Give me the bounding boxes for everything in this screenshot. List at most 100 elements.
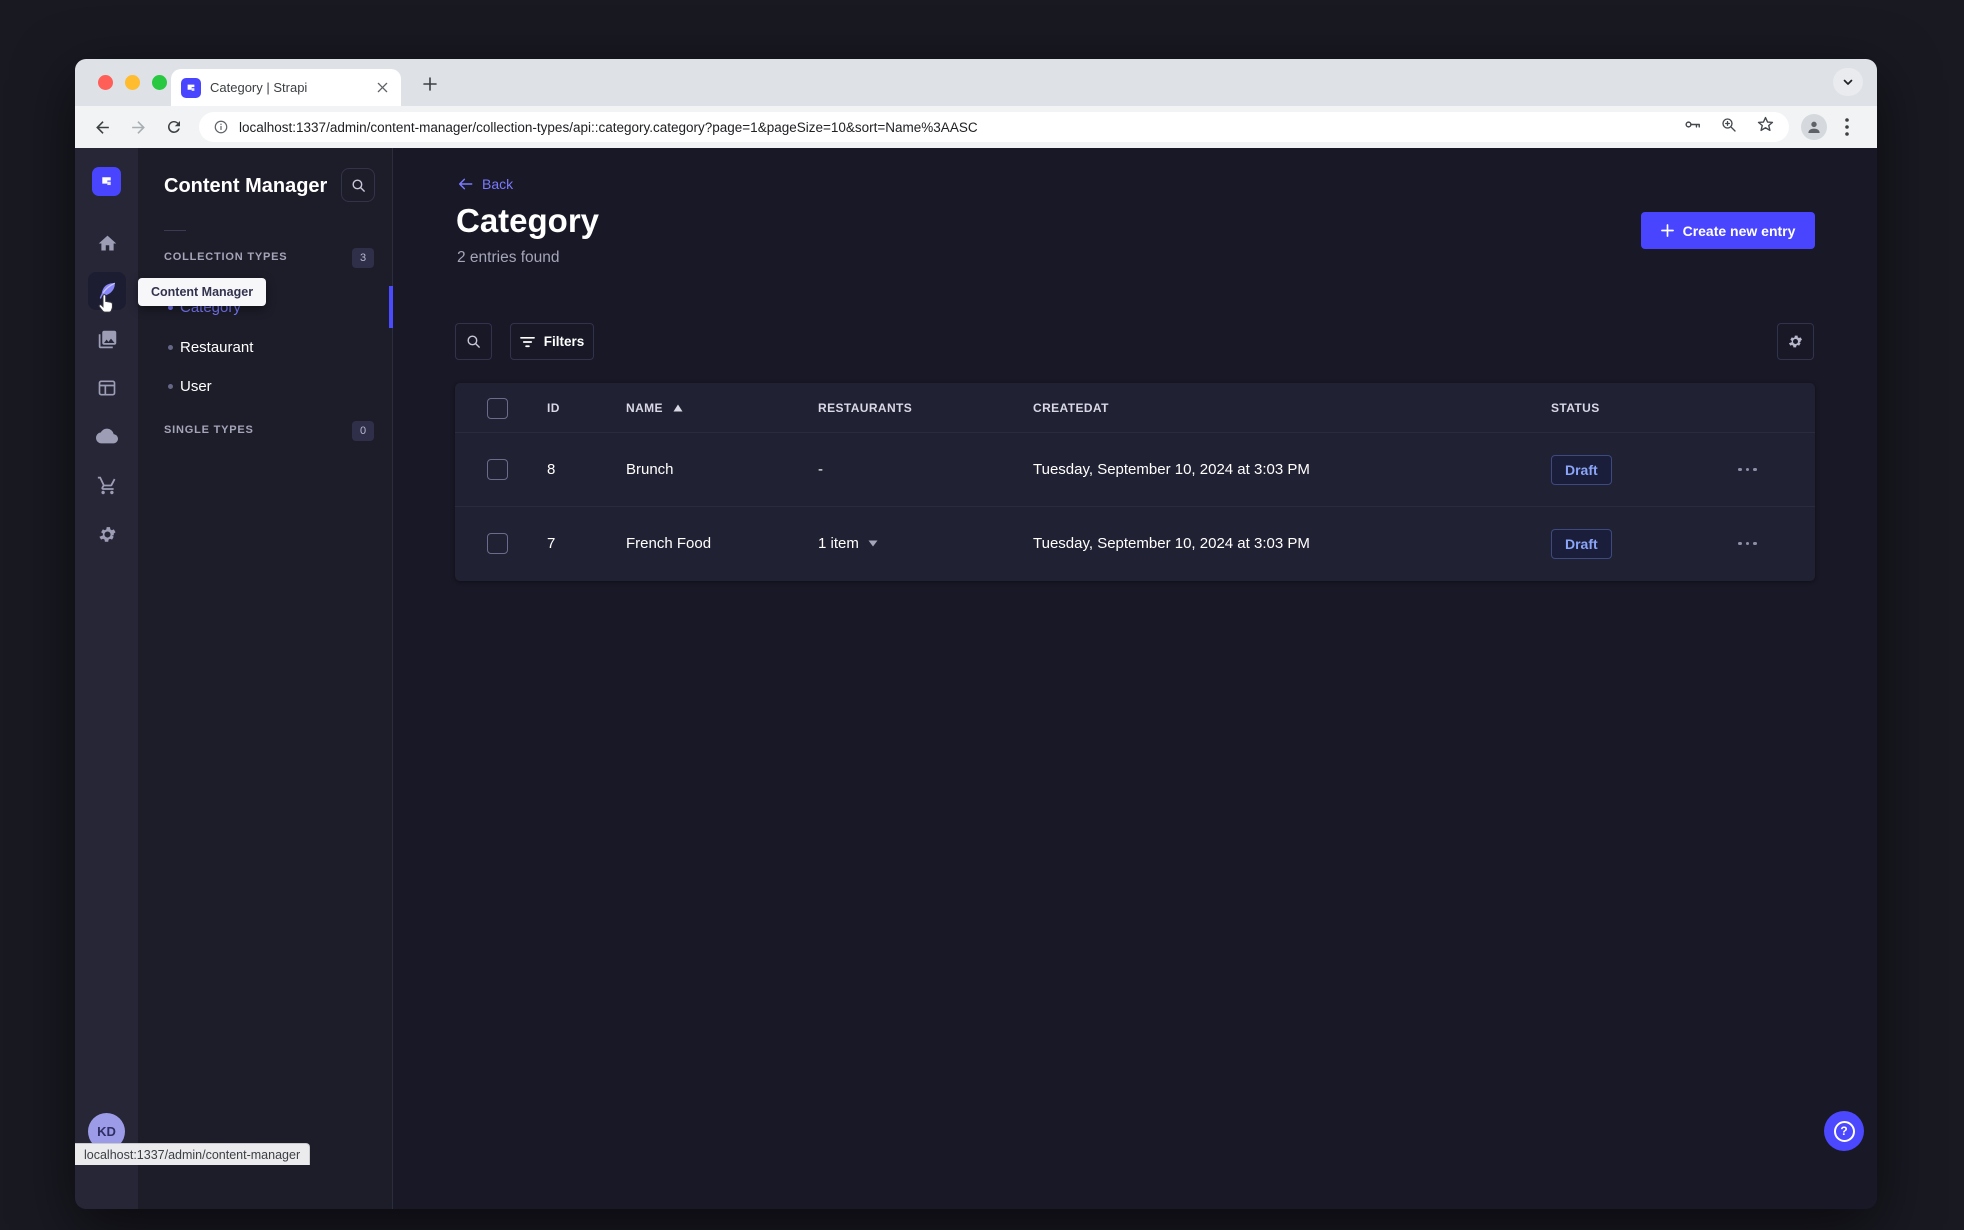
cell-id: 8 [547,461,556,478]
address-bar[interactable]: localhost:1337/admin/content-manager/col… [199,112,1789,142]
collection-types-label: COLLECTION TYPES [164,251,288,263]
browser-toolbar: localhost:1337/admin/content-manager/col… [75,106,1877,148]
filters-button[interactable]: Filters [510,323,594,360]
ellipsis-icon [1738,467,1757,472]
url-text[interactable]: localhost:1337/admin/content-manager/col… [239,120,1671,135]
subnav-item-restaurant[interactable]: Restaurant [138,327,392,367]
content-manager-subnav: Content Manager COLLECTION TYPES 3 Categ… [138,148,393,1209]
table-row[interactable]: 7 French Food 1 item Tuesday, September … [455,506,1815,579]
cell-restaurants[interactable]: 1 item [818,507,878,580]
main-content: Back Category 2 entries found Create new… [393,148,1877,1209]
subnav-item-user[interactable]: User [138,366,392,406]
back-icon[interactable] [89,114,115,140]
window-controls [98,75,167,90]
search-icon [467,335,480,348]
subnav-item-label: User [180,377,212,395]
create-new-entry-label: Create new entry [1682,222,1796,239]
close-window-button[interactable] [98,75,113,90]
help-button[interactable]: ? [1824,1111,1864,1151]
tab-search-chevron-icon[interactable] [1833,68,1863,96]
cell-id: 7 [547,535,556,552]
filters-label: Filters [543,334,585,349]
content-type-builder-icon[interactable] [88,369,126,407]
browser-tab[interactable]: Category | Strapi [171,69,401,106]
tab-close-icon[interactable] [373,79,391,97]
active-item-indicator [389,286,393,328]
entries-table: ID NAME RESTAURANTS CREATEDAT STATUS 8 B… [455,383,1815,581]
back-link[interactable]: Back [457,176,513,192]
chevron-down-icon [868,540,878,547]
header-name-label: NAME [626,401,663,415]
subnav-search-button[interactable] [341,168,375,202]
page-title: Category [456,202,600,239]
reload-icon[interactable] [161,114,187,140]
hand-cursor-icon [95,292,117,319]
zoom-window-button[interactable] [152,75,167,90]
cell-name: Brunch [626,461,674,478]
collection-types-count-badge: 3 [352,248,374,268]
row-actions-menu[interactable] [1738,507,1757,580]
cell-restaurants: - [818,461,823,478]
row-checkbox[interactable] [487,533,508,554]
browser-menu-icon[interactable] [1835,114,1859,140]
site-info-icon[interactable] [213,119,229,135]
plus-icon [1660,224,1674,237]
strapi-logo-icon[interactable] [92,167,121,196]
browser-tab-bar: Category | Strapi [75,59,1877,106]
cog-icon [1788,335,1802,348]
browser-profile-icon[interactable] [1801,114,1827,140]
table-row[interactable]: 8 Brunch - Tuesday, September 10, 2024 a… [455,433,1815,506]
header-createdat[interactable]: CREATEDAT [1033,383,1109,433]
settings-gear-icon[interactable] [88,515,126,553]
link-status-bar: localhost:1337/admin/content-manager [75,1143,311,1165]
entries-count: 2 entries found [457,249,560,266]
desktop: { "browser": { "tab_title": "Category | … [0,0,1964,1230]
cell-createdat: Tuesday, September 10, 2024 at 3:03 PM [1033,535,1310,552]
subnav-title: Content Manager [164,175,328,197]
subnav-divider [164,230,186,231]
bookmark-star-icon[interactable] [1756,115,1775,139]
omnibox-actions [1683,115,1775,139]
status-badge: Draft [1551,528,1612,559]
marketplace-cart-icon[interactable] [88,466,126,504]
filter-icon [519,336,535,347]
strapi-admin-page: KD Content Manager COLLECTION TYPES 3 Ca… [75,148,1877,1209]
subnav-item-label: Restaurant [180,338,254,356]
table-settings-button[interactable] [1777,323,1814,360]
create-new-entry-button[interactable]: Create new entry [1641,212,1815,249]
cell-name: French Food [626,535,712,552]
strapi-favicon-icon [181,77,201,98]
forward-icon[interactable] [125,114,151,140]
minimize-window-button[interactable] [125,75,140,90]
content-manager-tooltip: Content Manager [138,278,267,306]
home-icon[interactable] [88,224,126,262]
row-checkbox[interactable] [487,459,508,480]
header-status[interactable]: STATUS [1551,383,1600,433]
browser-window: Category | Strapi localhost:1337/admin/c… [75,59,1877,1209]
tab-title: Category | Strapi [210,80,308,95]
select-all-checkbox[interactable] [487,397,508,419]
bullet-icon [168,344,173,350]
row-actions-menu[interactable] [1738,433,1757,506]
password-key-icon[interactable] [1683,115,1702,139]
header-name[interactable]: NAME [626,383,683,433]
status-badge: Draft [1551,454,1612,485]
zoom-icon[interactable] [1720,116,1738,139]
single-types-count-badge: 0 [352,421,374,441]
header-restaurants[interactable]: RESTAURANTS [818,383,912,433]
table-header-row: ID NAME RESTAURANTS CREATEDAT STATUS [455,383,1815,433]
sort-ascending-icon [673,404,683,412]
cloud-icon[interactable] [88,417,126,455]
ellipsis-icon [1738,541,1757,546]
new-tab-button[interactable] [417,71,443,97]
relation-count: 1 item [818,535,859,552]
single-types-label: SINGLE TYPES [164,424,254,436]
cell-createdat: Tuesday, September 10, 2024 at 3:03 PM [1033,461,1310,478]
media-library-icon[interactable] [88,320,126,358]
bullet-icon [168,383,173,389]
question-mark-icon: ? [1833,1120,1855,1142]
table-search-button[interactable] [455,323,492,360]
header-id[interactable]: ID [547,383,560,433]
back-label: Back [482,176,514,192]
arrow-left-icon [458,178,473,190]
